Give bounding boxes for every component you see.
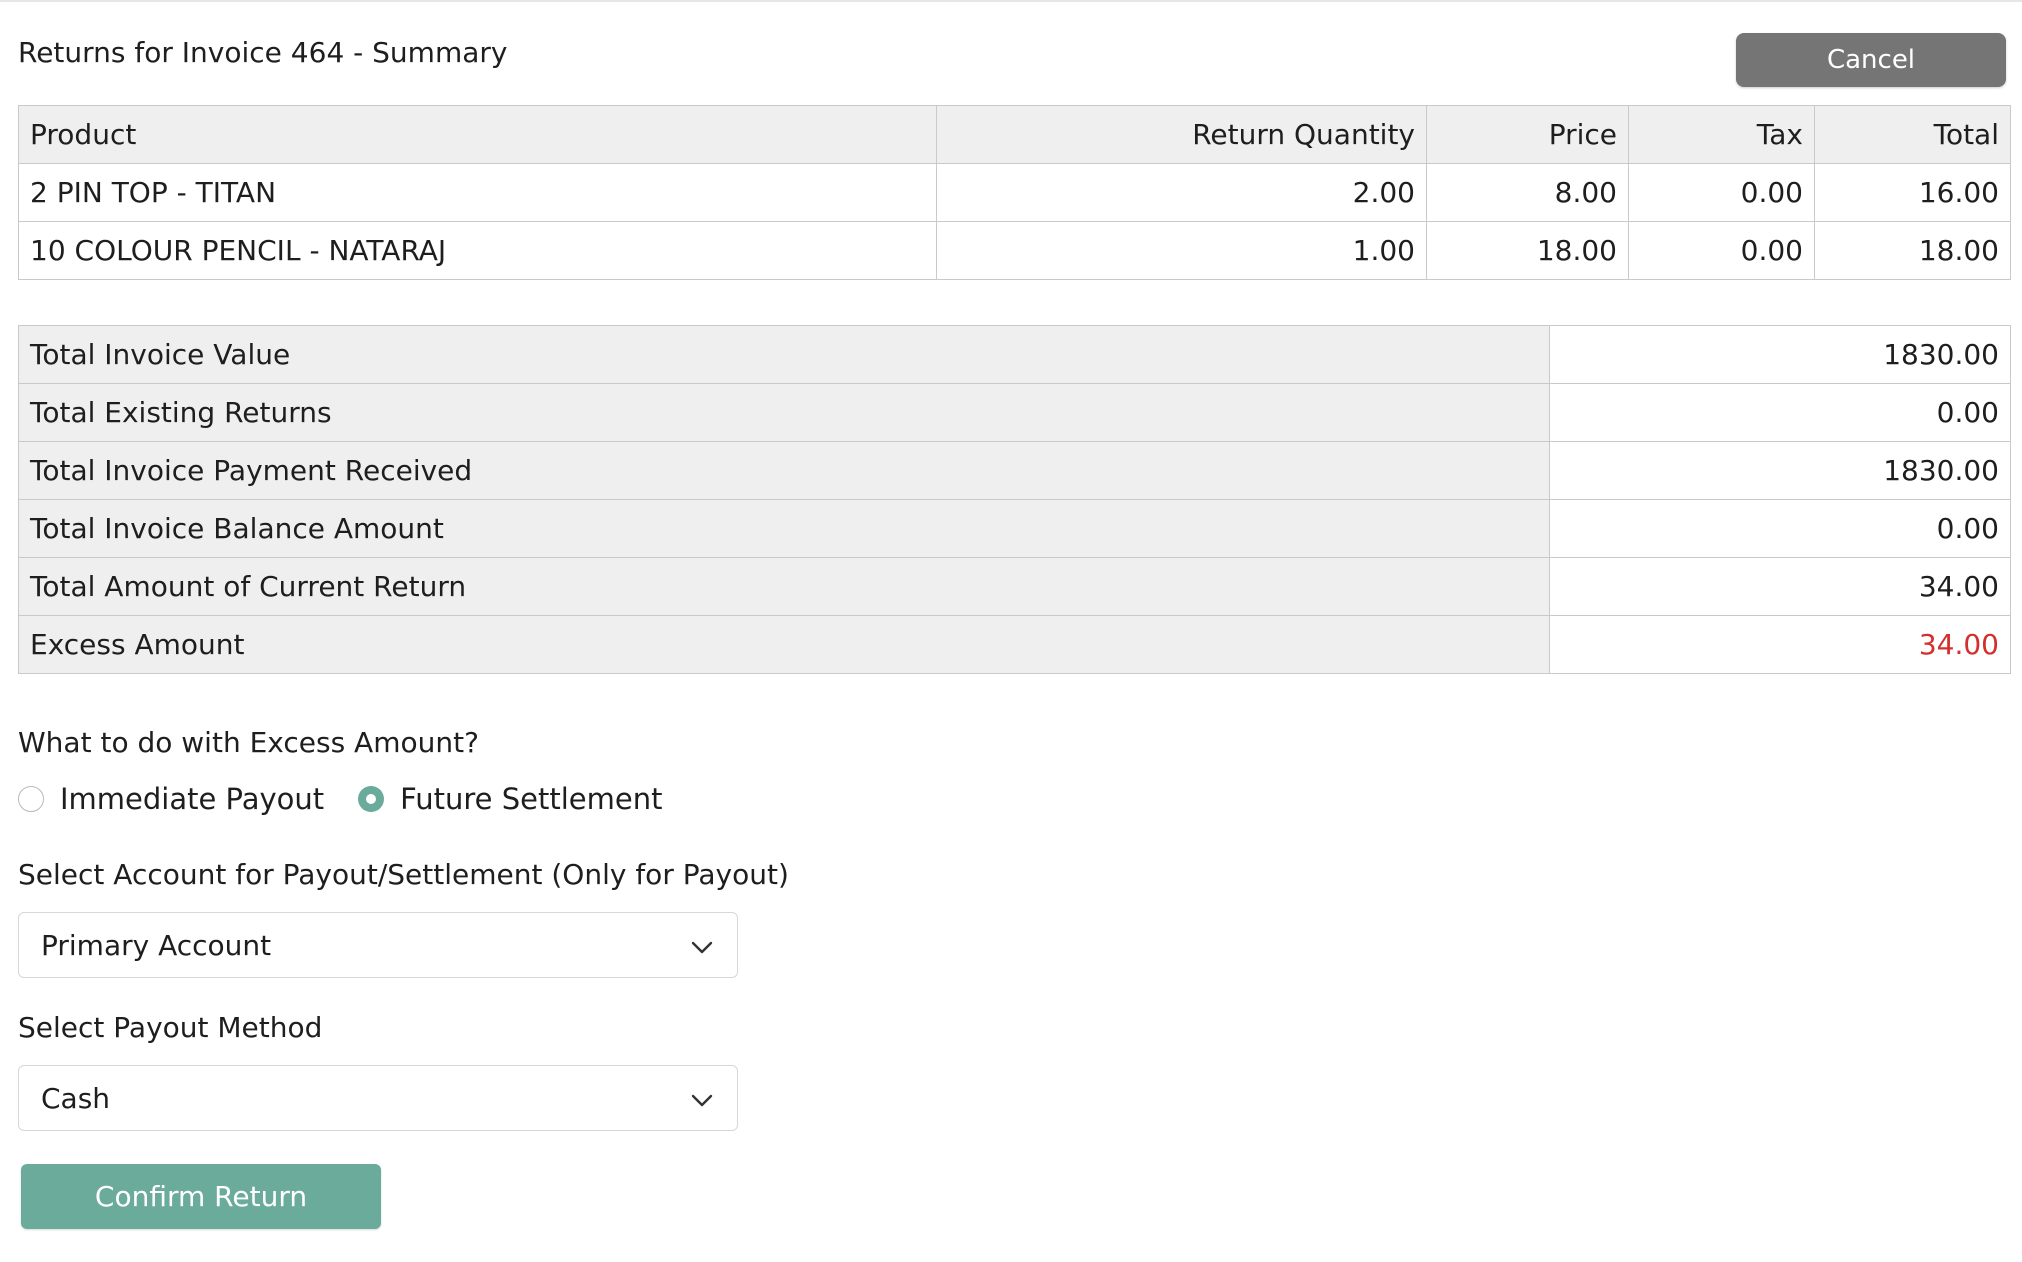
future-settlement-radio[interactable]: Future Settlement <box>358 782 662 816</box>
invoice-summary-table: Total Invoice Value 1830.00 Total Existi… <box>18 325 2011 674</box>
table-header-row: Product Return Quantity Price Tax Total <box>18 105 2011 164</box>
summary-label: Total Invoice Value <box>18 325 1550 384</box>
payout-method-select[interactable]: Cash <box>18 1065 738 1131</box>
summary-value: 1830.00 <box>1549 441 2011 500</box>
price-cell: 18.00 <box>1426 221 1629 280</box>
table-row: 2 PIN TOP - TITAN 2.00 8.00 0.00 16.00 <box>18 163 2011 222</box>
return-quantity-cell: 1.00 <box>936 221 1427 280</box>
column-header-tax: Tax <box>1628 105 1815 164</box>
radio-unchecked-icon[interactable] <box>18 786 44 812</box>
return-quantity-cell: 2.00 <box>936 163 1427 222</box>
column-header-product: Product <box>18 105 937 164</box>
top-divider <box>0 0 2022 2</box>
chevron-down-icon <box>691 929 713 962</box>
radio-label: Immediate Payout <box>60 782 325 816</box>
return-items-table: Product Return Quantity Price Tax Total … <box>18 105 2011 280</box>
confirm-return-button[interactable]: Confirm Return <box>21 1164 381 1229</box>
cancel-button[interactable]: Cancel <box>1736 33 2006 87</box>
column-header-return-quantity: Return Quantity <box>936 105 1427 164</box>
summary-row-balance-amount: Total Invoice Balance Amount 0.00 <box>18 499 2011 558</box>
column-header-price: Price <box>1426 105 1629 164</box>
summary-value: 0.00 <box>1549 499 2011 558</box>
table-row: 10 COLOUR PENCIL - NATARAJ 1.00 18.00 0.… <box>18 221 2011 280</box>
account-select[interactable]: Primary Account <box>18 912 738 978</box>
summary-value: 1830.00 <box>1549 325 2011 384</box>
tax-cell: 0.00 <box>1628 163 1815 222</box>
summary-row-total-existing-returns: Total Existing Returns 0.00 <box>18 383 2011 442</box>
summary-row-current-return: Total Amount of Current Return 34.00 <box>18 557 2011 616</box>
excess-option-group: Immediate Payout Future Settlement <box>18 782 696 816</box>
chevron-down-icon <box>691 1082 713 1115</box>
excess-question-label: What to do with Excess Amount? <box>18 726 479 759</box>
summary-label: Total Amount of Current Return <box>18 557 1550 616</box>
summary-label: Total Existing Returns <box>18 383 1550 442</box>
summary-label: Excess Amount <box>18 615 1550 674</box>
tax-cell: 0.00 <box>1628 221 1815 280</box>
summary-label: Total Invoice Payment Received <box>18 441 1550 500</box>
product-cell: 10 COLOUR PENCIL - NATARAJ <box>18 221 937 280</box>
summary-row-total-invoice-value: Total Invoice Value 1830.00 <box>18 325 2011 384</box>
radio-checked-icon[interactable] <box>358 786 385 812</box>
column-header-total: Total <box>1814 105 2011 164</box>
excess-amount-value: 34.00 <box>1549 615 2011 674</box>
price-cell: 8.00 <box>1426 163 1629 222</box>
product-cell: 2 PIN TOP - TITAN <box>18 163 937 222</box>
total-cell: 16.00 <box>1814 163 2011 222</box>
payout-method-value: Cash <box>41 1081 111 1115</box>
summary-value: 34.00 <box>1549 557 2011 616</box>
page-title: Returns for Invoice 464 - Summary <box>18 36 508 69</box>
summary-row-payment-received: Total Invoice Payment Received 1830.00 <box>18 441 2011 500</box>
summary-label: Total Invoice Balance Amount <box>18 499 1550 558</box>
account-select-label: Select Account for Payout/Settlement (On… <box>18 858 789 891</box>
immediate-payout-radio[interactable]: Immediate Payout <box>18 782 324 816</box>
radio-label: Future Settlement <box>400 782 663 816</box>
account-select-value: Primary Account <box>41 928 272 962</box>
summary-value: 0.00 <box>1549 383 2011 442</box>
payout-method-label: Select Payout Method <box>18 1011 323 1044</box>
summary-row-excess-amount: Excess Amount 34.00 <box>18 615 2011 674</box>
total-cell: 18.00 <box>1814 221 2011 280</box>
